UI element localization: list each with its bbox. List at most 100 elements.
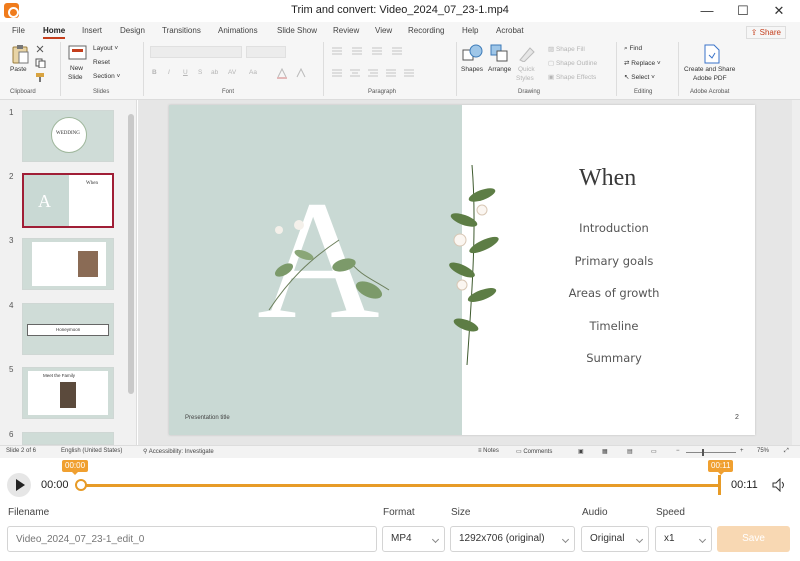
tab-file[interactable]: File [12,26,25,35]
filename-label: Filename [8,507,50,518]
close-button[interactable]: ✕ [762,1,796,21]
paragraph-group-label: Paragraph [368,89,397,95]
thumbnails-scrollbar[interactable] [127,100,135,445]
size-select[interactable]: 1292x706 (original) [450,526,575,552]
new-slide-label-1: New [70,65,84,72]
trim-start-handle[interactable] [75,479,87,491]
tab-view[interactable]: View [375,26,392,35]
play-button[interactable] [7,473,31,497]
agenda-item-summary: Summary [586,351,642,365]
tab-recording[interactable]: Recording [408,26,444,35]
bold-button[interactable]: B [152,69,157,76]
chevron-down-icon [698,535,707,544]
slide-heading: When [579,165,637,191]
agenda-item-timeline: Timeline [589,319,639,333]
drawing-group-label: Drawing [518,89,541,95]
shapes-icon[interactable] [462,44,484,62]
tab-help[interactable]: Help [462,26,478,35]
select-button[interactable]: ↖ Select ˅ [624,73,655,81]
trim-end-handle[interactable] [718,475,721,495]
thumbnails-scroll-thumb[interactable] [128,114,134,394]
slide-thumbnail-1[interactable]: WEDDING [22,110,114,162]
speed-label: Speed [656,507,685,518]
share-button[interactable]: ⇪ Share [745,26,786,39]
tab-transitions[interactable]: Transitions [162,26,201,35]
cut-icon[interactable] [35,44,45,54]
maximize-button[interactable]: ☐ [726,1,760,21]
speed-select[interactable]: x1 [655,526,712,552]
copy-icon[interactable] [35,58,47,68]
slideshow-icon[interactable]: ▭ [651,448,657,455]
trim-track[interactable] [80,484,720,487]
change-case-button[interactable]: Aa [249,69,257,76]
fit-slide-icon[interactable]: ⤢ [784,448,789,455]
tab-slide-show[interactable]: Slide Show [277,26,317,35]
slides-group-label: Slides [93,89,110,95]
comments-button[interactable]: ▭ Comments [516,448,552,455]
current-slide[interactable]: A When Introduction Primary goals Areas … [169,105,755,435]
zoom-in-button[interactable]: + [740,448,744,454]
accessibility-status[interactable]: ⚲ Accessibility: Investigate [143,448,214,455]
audio-select[interactable]: Original [581,526,649,552]
thumb-5-photo [60,382,76,408]
arrange-icon[interactable] [490,44,510,62]
underline-button[interactable]: U [183,69,188,76]
slide-thumbnail-5[interactable]: Meet the Family [22,367,114,419]
shape-effects-button[interactable]: ▣ Shape Effects [548,73,596,81]
format-painter-icon[interactable] [35,72,45,82]
strikethrough-button[interactable]: S [198,69,202,76]
subscript-button[interactable]: ab [211,69,218,76]
paragraph-tools-icon[interactable] [330,46,420,82]
adobe-pdf-icon[interactable] [703,44,721,64]
italic-button[interactable]: I [168,69,170,76]
status-bar: Slide 2 of 6 English (United States) ⚲ A… [0,445,800,458]
tab-design[interactable]: Design [120,26,145,35]
tab-acrobat[interactable]: Acrobat [496,26,524,35]
zoom-slider-thumb[interactable] [702,449,704,456]
section-button[interactable]: Section ˅ [93,73,120,80]
reading-view-icon[interactable]: ▤ [627,448,633,455]
replace-button[interactable]: ⇄ Replace ˅ [624,59,661,67]
section-label: Section [93,73,115,80]
reset-button[interactable]: Reset [93,59,110,66]
slide-thumbnail-6[interactable] [22,432,114,445]
quick-styles-icon[interactable] [518,44,538,62]
layout-button[interactable]: Layout ˅ [93,45,118,52]
editor-scrollbar[interactable] [792,100,800,445]
font-family-box[interactable] [150,46,242,58]
slide-thumbnail-4[interactable]: Honeymoon [22,303,114,355]
title-bar: Trim and convert: Video_2024_07_23-1.mp4… [0,0,800,22]
tab-animations[interactable]: Animations [218,26,258,35]
shape-outline-button[interactable]: ▢ Shape Outline [548,59,597,67]
new-slide-icon[interactable] [68,44,88,62]
save-button[interactable]: Save [717,526,790,552]
slide-thumbnail-2[interactable]: A When [22,173,114,228]
char-spacing-button[interactable]: AV [228,69,236,76]
replace-label: Replace [631,60,656,67]
shape-fill-button[interactable]: ▨ Shape Fill [548,45,585,53]
find-button[interactable]: ⌕ Find [624,45,642,53]
font-size-box[interactable] [246,46,286,58]
shape-outline-icon: ▢ [548,60,556,67]
botanical-illustration [268,220,390,311]
chevron-down-icon [635,535,644,544]
arrange-label: Arrange [488,66,512,73]
notes-button[interactable]: ≡ Notes [478,448,499,454]
font-color-icon[interactable] [275,67,315,79]
language-indicator[interactable]: English (United States) [61,448,122,454]
tab-home[interactable]: Home [43,26,66,39]
minimize-button[interactable]: — [690,1,724,21]
zoom-level[interactable]: 75% [757,448,769,454]
normal-view-icon[interactable]: ▣ [578,448,584,455]
tab-review[interactable]: Review [333,26,359,35]
slide-sorter-icon[interactable]: ▦ [602,448,608,455]
slide-thumbnail-3[interactable] [22,238,114,290]
zoom-out-button[interactable]: − [676,448,680,454]
paste-icon[interactable] [10,44,30,64]
filename-input[interactable] [7,526,377,552]
format-select[interactable]: MP4 [382,526,445,552]
volume-icon[interactable] [772,478,786,492]
accessibility-label: Accessibility: Investigate [148,449,214,455]
zoom-slider[interactable] [686,452,736,453]
tab-insert[interactable]: Insert [82,26,102,35]
